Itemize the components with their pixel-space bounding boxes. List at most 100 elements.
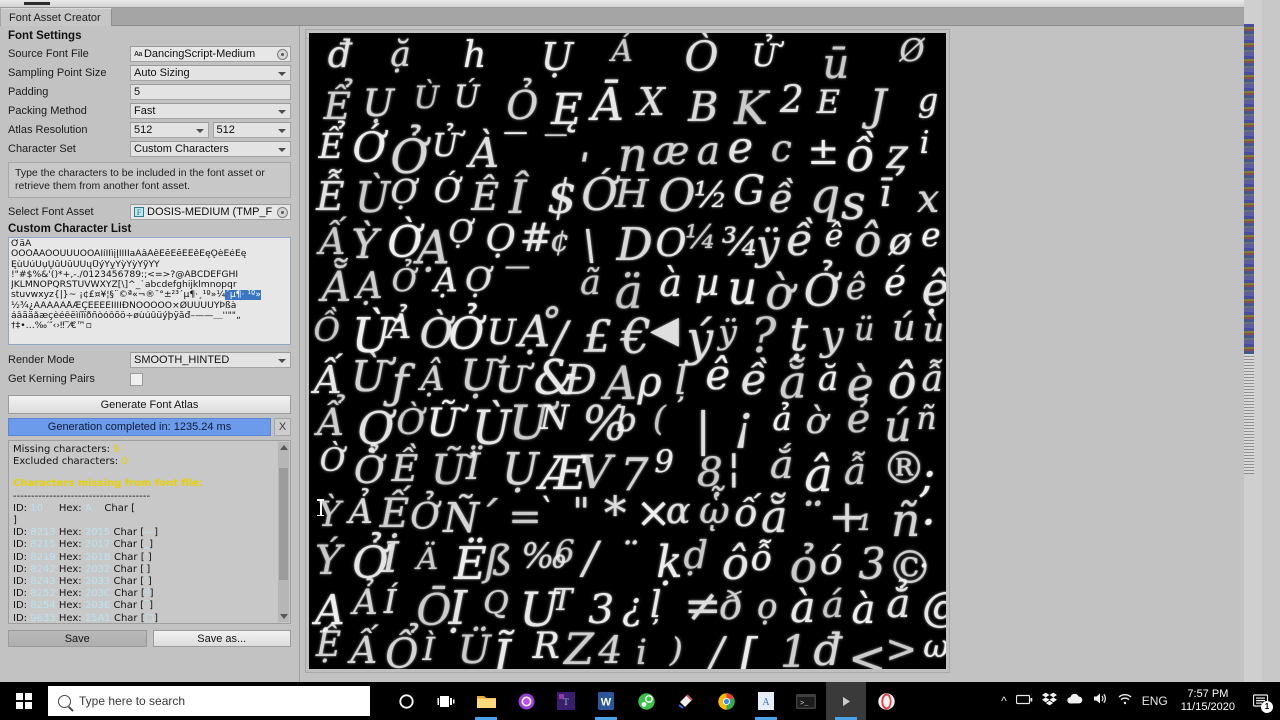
charlist-line: †‡•…‰′″‹›‼‾⁄€™▫ (11, 321, 92, 332)
atlas-glyph: u (727, 260, 758, 315)
atlas-glyph: Ụ (362, 81, 395, 126)
window-drag-grip[interactable] (24, 2, 50, 5)
atlas-glyph: ) (669, 629, 683, 669)
atlas-glyph: e (921, 215, 941, 255)
atlas-glyph: Ả (348, 492, 373, 532)
generate-font-atlas-button[interactable]: Generate Font Atlas (8, 395, 291, 414)
atlas-glyph: Ở (353, 447, 385, 492)
padding-input[interactable]: 5 (130, 84, 291, 100)
language-indicator[interactable]: ENG (1142, 694, 1168, 708)
start-button[interactable] (0, 682, 48, 720)
chevron-down-icon (278, 359, 286, 363)
dismiss-status-button[interactable]: X (274, 418, 291, 436)
window-title-bar[interactable] (0, 0, 1262, 8)
console-id-label: ID: (13, 600, 28, 612)
atlas-glyph: ù (922, 310, 945, 350)
atlas-glyph: Ú (453, 79, 480, 115)
atlas-glyph: Ọ (485, 216, 516, 260)
atlas-glyph: Ï (465, 445, 481, 489)
taskbar-item-reader-icon[interactable]: A (746, 682, 786, 720)
tab-font-asset-creator[interactable]: Font Asset Creator (1, 8, 112, 26)
scrollbar-thumb[interactable] (279, 468, 288, 580)
dropbox-icon[interactable] (1041, 692, 1057, 711)
row-packing-method: Packing Method Fast (8, 102, 291, 120)
atlas-glyph: đ (327, 33, 352, 77)
notification-center-button[interactable]: 1 (1248, 682, 1274, 720)
taskbar-item-cortana-icon[interactable] (386, 682, 426, 720)
get-kerning-pairs-checkbox[interactable] (130, 372, 143, 386)
save-button[interactable]: Save (8, 630, 147, 647)
taskbar-item-opera-icon[interactable] (866, 682, 906, 720)
taskbar-item-file-explorer-icon[interactable] (466, 682, 506, 720)
taskbar-item-word-icon[interactable]: W (586, 682, 626, 720)
custom-character-list-textarea[interactable]: ƠäĀ ŎÒÓÅÃÕÔÙÚÛÒÓÃÌíÍÌìįĮIÏÍÏaAâÂêÊēĒēĒĒě… (8, 237, 291, 345)
atlas-glyph: é (884, 261, 907, 305)
console-id: 8252 (30, 588, 56, 600)
atlas-glyph: ‾ (544, 128, 567, 179)
taskbar-item-task-view-icon[interactable] (426, 682, 466, 720)
taskbar-item-firefox-icon[interactable] (506, 682, 546, 720)
console-missing-row: Missing characters: 9 (13, 444, 286, 456)
taskbar-item-texstudio-icon[interactable]: T (546, 682, 586, 720)
atlas-glyph: Ẵ (321, 262, 352, 311)
character-set-dropdown[interactable]: Custom Characters (130, 141, 291, 157)
object-picker-icon[interactable] (277, 49, 288, 60)
taskbar-clock[interactable]: 7:57 PM 11/15/2020 (1177, 688, 1239, 714)
save-as-button[interactable]: Save as... (152, 630, 291, 647)
atlas-glyph: ờ (805, 401, 828, 443)
scroll-up-icon[interactable] (280, 445, 288, 450)
font-atlas-image[interactable]: đ ặ h Ụ Á Ò Ửū Ø Ể Ụ Ù Ú Ỏ Ę Ā X B K 2 E Jg Ể Ớ Ở Ử À ‾ ‾ ˌ n æ a e c ± ồ ȥ i… (309, 33, 946, 669)
console-hex: 2015 (84, 527, 111, 539)
source-font-file-field[interactable]: Aa DancingScript-Medium (130, 46, 291, 62)
atlas-height-dropdown[interactable]: 512 (212, 122, 291, 138)
atlas-glyph: Ớ (581, 169, 618, 222)
wifi-icon[interactable] (1117, 692, 1133, 710)
sampling-point-size-dropdown[interactable]: Auto Sizing (130, 65, 291, 81)
atlas-width-dropdown[interactable]: 512 (130, 122, 209, 138)
taskbar-item-unity-icon[interactable] (826, 682, 866, 720)
atlas-glyph: à (790, 582, 816, 633)
scroll-down-icon[interactable] (280, 614, 288, 619)
clock-date: 11/15/2020 (1180, 701, 1235, 713)
taskbar-item-chrome-icon[interactable] (706, 682, 746, 720)
atlas-glyph: € (620, 309, 651, 365)
onedrive-icon[interactable] (1066, 692, 1084, 710)
taskbar-item-terminal-icon[interactable]: >_ (786, 682, 826, 720)
background-window-sliver[interactable] (1244, 0, 1262, 682)
atlas-glyph: ó (819, 538, 843, 583)
atlas-glyph: / (582, 533, 598, 585)
console-scrollbar[interactable] (278, 442, 289, 622)
generation-console[interactable]: Missing characters: 9 Excluded character… (8, 440, 291, 624)
atlas-glyph: Ä (416, 541, 439, 577)
taskbar-search-input[interactable]: Type here to search (48, 686, 370, 716)
taskbar-item-paint-icon[interactable] (666, 682, 706, 720)
tray-chevron-icon[interactable]: ^ (1001, 694, 1007, 708)
atlas-glyph: ệ (922, 265, 946, 312)
atlas-glyph: ẵ (779, 355, 807, 410)
generation-status-bar: Generation completed in: 1235.24 ms (8, 418, 271, 436)
battery-icon[interactable] (1015, 692, 1033, 710)
console-hex-label: Hex: (58, 612, 82, 624)
console-row: ] (13, 515, 17, 527)
render-mode-dropdown[interactable]: SMOOTH_HINTED (130, 352, 291, 368)
atlas-glyph: Ấ (350, 627, 378, 669)
atlas-glyph: İ (382, 533, 399, 583)
packing-method-dropdown[interactable]: Fast (130, 103, 291, 119)
atlas-glyph: æ (652, 128, 690, 175)
atlas-glyph: h (462, 33, 487, 77)
render-mode-value: SMOOTH_HINTED (134, 354, 230, 366)
console-row: ID: 10 Hex: A Char [ (13, 503, 286, 515)
atlas-glyph: 9 (654, 445, 674, 481)
atlas-glyph: Ā (591, 80, 624, 132)
console-char-label: Char [ (113, 600, 145, 612)
select-font-asset-field[interactable]: F DOSIS-MEDIUM (TMP_F (130, 204, 291, 220)
atlas-glyph: O (655, 220, 687, 265)
object-picker-icon[interactable] (277, 207, 288, 218)
volume-icon[interactable] (1093, 692, 1108, 710)
console-char-label: Char [ (114, 588, 145, 600)
taskbar-item-steam-icon[interactable] (626, 682, 666, 720)
atlas-glyph: Ể (318, 127, 344, 168)
atlas-glyph: Á (611, 34, 633, 70)
label-get-kerning-pairs: Get Kerning Pairs (8, 373, 95, 385)
svg-text:A: A (762, 697, 770, 708)
